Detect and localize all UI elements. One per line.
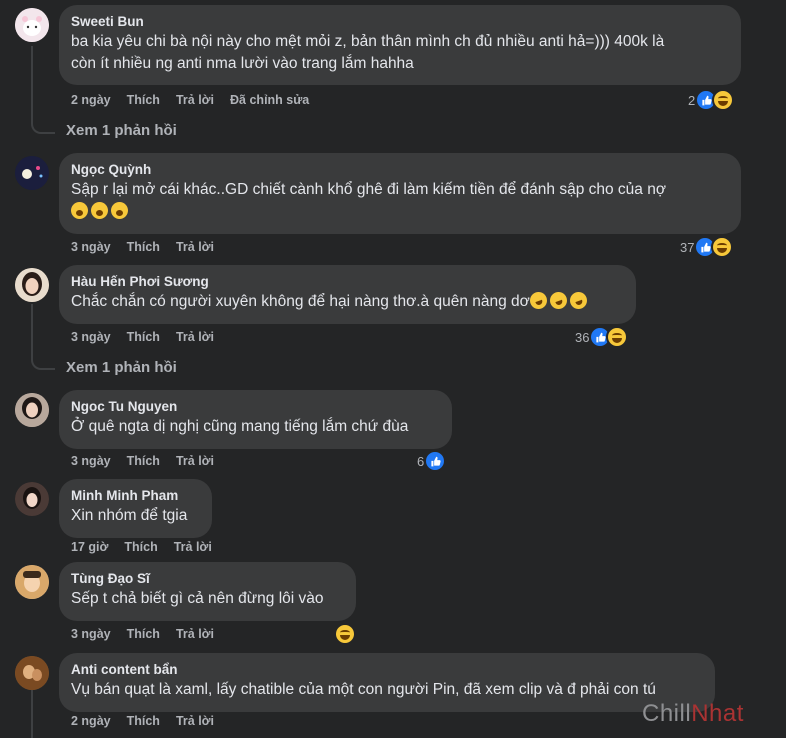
avatar-image-icon — [15, 565, 49, 599]
like-button[interactable]: Thích — [127, 93, 160, 107]
reaction-count[interactable] — [334, 623, 356, 645]
like-button[interactable]: Thích — [127, 454, 160, 468]
comment-actions: 3 ngày Thích Trả lời — [71, 240, 230, 254]
comment-text: Vụ bán quạt là xaml, lấy chatible của mộ… — [71, 681, 656, 698]
comment-bubble: Ngọc Quỳnh Sập r lại mở cái khác..GD chi… — [59, 153, 741, 234]
comment-bubble: Ngoc Tu Nguyen Ở quê ngta dị nghị cũng m… — [59, 390, 452, 449]
reply-button[interactable]: Trả lời — [176, 714, 214, 728]
comment-actions: 17 giờ Thích Trả lời — [71, 540, 228, 554]
comment-author[interactable]: Anti content bẩn — [71, 661, 703, 679]
view-replies-link[interactable]: Xem 1 phản hồi — [66, 122, 177, 139]
avatar[interactable] — [15, 565, 49, 599]
thread-line — [31, 46, 33, 124]
comment-actions: 2 ngày Thích Trả lời — [71, 714, 230, 728]
comment-text-content: Chắc chắn có người xuyên không để hại nà… — [71, 293, 530, 310]
comment-text: ba kia yêu chi bà nội này cho mệt mỏi z,… — [71, 33, 665, 72]
view-replies-link[interactable]: Xem 1 phản hồi — [66, 359, 177, 376]
avatar-image-icon — [15, 393, 49, 427]
comment-bubble: Anti content bẩn Vụ bán quạt là xaml, lấ… — [59, 653, 715, 712]
comment-time[interactable]: 2 ngày — [71, 93, 111, 107]
avatar[interactable] — [15, 268, 49, 302]
reaction-number: 6 — [417, 453, 425, 469]
comment-time[interactable]: 3 ngày — [71, 330, 111, 344]
comment-text: Sập r lại mở cái khác..GD chiết cành khổ… — [71, 179, 729, 223]
like-button[interactable]: Thích — [127, 714, 160, 728]
avatar[interactable] — [15, 656, 49, 690]
like-reaction-icon — [424, 450, 447, 472]
comment-bubble: Minh Minh Pham Xin nhóm để tgia — [59, 479, 212, 538]
comment-time[interactable]: 3 ngày — [71, 240, 111, 254]
shocked-emoji-icon — [71, 202, 88, 219]
like-button[interactable]: Thích — [127, 330, 160, 344]
reply-button[interactable]: Trả lời — [176, 240, 214, 254]
thread-line-curve — [31, 354, 55, 370]
comment-actions: 3 ngày Thích Trả lời — [71, 454, 230, 468]
comment-time[interactable]: 2 ngày — [71, 714, 111, 728]
thread-line-curve — [31, 118, 55, 134]
reply-button[interactable]: Trả lời — [176, 93, 214, 107]
avatar[interactable] — [15, 8, 49, 42]
reply-button[interactable]: Trả lời — [176, 454, 214, 468]
reply-button[interactable]: Trả lời — [176, 330, 214, 344]
comment-bubble: Tùng Đạo Sĩ Sếp t chả biết gì cả nên đừn… — [59, 562, 356, 621]
like-button[interactable]: Thích — [124, 540, 157, 554]
avatar-image-icon — [15, 656, 49, 690]
shocked-emoji-icon — [111, 202, 128, 219]
haha-reaction-icon — [334, 623, 356, 645]
comment-actions: 3 ngày Thích Trả lời — [71, 627, 230, 641]
like-button[interactable]: Thích — [127, 627, 160, 641]
comment-text: Ở quê ngta dị nghị cũng mang tiếng lắm c… — [71, 418, 409, 435]
comment-author[interactable]: Ngọc Quỳnh — [71, 161, 729, 179]
reaction-count[interactable]: 6 — [417, 450, 447, 472]
reaction-count[interactable]: 2 — [688, 89, 735, 111]
comment-bubble: Hàu Hến Phơi Sương Chắc chắn có người xu… — [59, 265, 636, 324]
shocked-emoji-icon — [91, 202, 108, 219]
reaction-number: 36 — [575, 329, 590, 345]
watermark-logo: ChillNhat — [642, 700, 744, 728]
comment-text: Xin nhóm để tgia — [71, 507, 188, 524]
comment-actions: 3 ngày Thích Trả lời — [71, 330, 230, 344]
comment-bubble: Sweeti Bun ba kia yêu chi bà nội này cho… — [59, 5, 741, 85]
reaction-count[interactable]: 36 — [575, 326, 629, 348]
like-button[interactable]: Thích — [127, 240, 160, 254]
comment-time[interactable]: 3 ngày — [71, 454, 111, 468]
comment-actions: 2 ngày Thích Trả lời Đã chỉnh sửa — [71, 93, 325, 107]
reaction-number: 2 — [688, 92, 696, 108]
watermark-part2: Nhat — [691, 700, 744, 727]
laughing-emoji-icon — [547, 289, 570, 312]
avatar-image-icon — [15, 482, 49, 516]
avatar[interactable] — [15, 156, 49, 190]
comment-text: Sếp t chả biết gì cả nên đừng lôi vào — [71, 590, 324, 607]
haha-reaction-icon — [606, 326, 629, 348]
comment-time[interactable]: 17 giờ — [71, 540, 108, 554]
laughing-emoji-icon — [527, 289, 550, 312]
haha-reaction-icon — [711, 236, 734, 258]
comment-author[interactable]: Hàu Hến Phơi Sương — [71, 273, 624, 291]
comment-text-content: Sập r lại mở cái khác..GD chiết cành khổ… — [71, 181, 667, 198]
comment-text: Chắc chắn có người xuyên không để hại nà… — [71, 289, 624, 313]
avatar[interactable] — [15, 482, 49, 516]
watermark-part1: Chill — [642, 700, 692, 727]
thread-line — [31, 690, 33, 738]
comment-author[interactable]: Ngoc Tu Nguyen — [71, 398, 440, 416]
thread-line — [31, 304, 33, 360]
comment-time[interactable]: 3 ngày — [71, 627, 111, 641]
comment-author[interactable]: Sweeti Bun — [71, 13, 729, 31]
haha-reaction-icon — [712, 89, 735, 111]
avatar[interactable] — [15, 393, 49, 427]
reply-button[interactable]: Trả lời — [176, 627, 214, 641]
reply-button[interactable]: Trả lời — [174, 540, 212, 554]
avatar-image-icon — [15, 156, 49, 190]
edited-label[interactable]: Đã chỉnh sửa — [230, 93, 309, 107]
comment-author[interactable]: Tùng Đạo Sĩ — [71, 570, 344, 588]
reaction-count[interactable]: 37 — [680, 236, 734, 258]
reaction-number: 37 — [680, 239, 695, 255]
avatar-image-icon — [15, 268, 49, 302]
comment-author[interactable]: Minh Minh Pham — [71, 487, 200, 505]
avatar-image-icon — [15, 8, 49, 42]
laughing-emoji-icon — [567, 289, 590, 312]
